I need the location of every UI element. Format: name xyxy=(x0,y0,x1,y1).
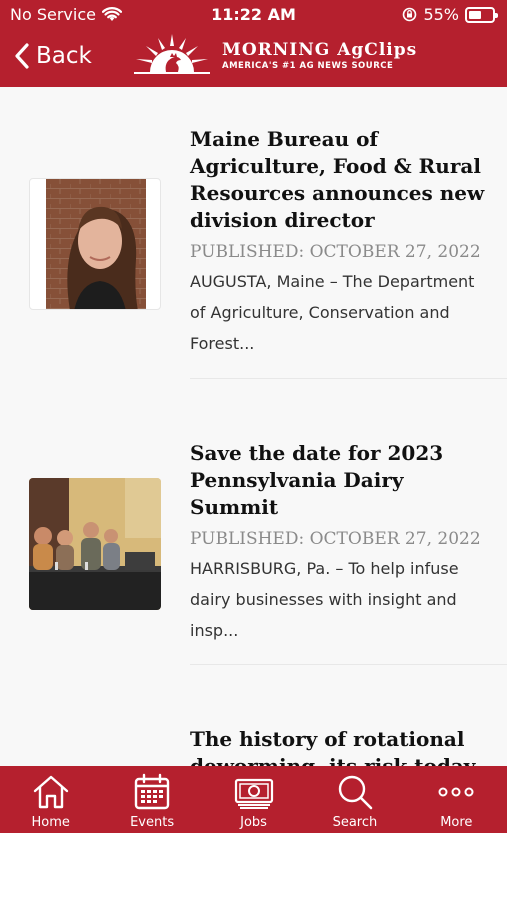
app-logo: MORNING AgClips AMERICA'S #1 AG NEWS SOU… xyxy=(132,32,417,78)
tab-events[interactable]: Events xyxy=(101,766,202,833)
article-body: Maine Bureau of Agriculture, Food & Rura… xyxy=(190,126,490,359)
status-right: 55% xyxy=(402,5,498,24)
list-divider xyxy=(190,378,507,379)
battery-percent: 55% xyxy=(423,5,459,24)
back-button[interactable]: Back xyxy=(14,42,92,70)
rooster-sunrise-icon xyxy=(134,34,210,74)
calendar-icon xyxy=(134,773,170,810)
list-divider xyxy=(190,664,507,665)
tab-search[interactable]: Search xyxy=(304,766,405,833)
tab-home[interactable]: Home xyxy=(0,766,101,833)
logo-title: MORNING AgClips xyxy=(222,39,418,60)
article-title[interactable]: Save the date for 2023 Pennsylvania Dair… xyxy=(190,440,490,521)
tab-label: More xyxy=(440,815,473,830)
header-bar: No Service 11:22 AM 55% Back MORNING AgC… xyxy=(0,0,507,87)
bottom-tab-bar: Home Events Jobs Search More xyxy=(0,766,507,833)
tab-label: Events xyxy=(130,815,175,830)
status-bar: No Service 11:22 AM 55% xyxy=(0,0,507,30)
article-excerpt: HARRISBURG, Pa. – To help infuse dairy b… xyxy=(190,559,459,640)
orientation-lock-icon xyxy=(403,7,417,22)
article-date: PUBLISHED: OCTOBER 27, 2022 xyxy=(190,529,481,549)
nav-row: Back MORNING AgClips AMERICA'S #1 AG NEW… xyxy=(0,30,507,87)
chevron-left-icon xyxy=(15,43,29,69)
article-thumbnail xyxy=(29,178,161,310)
article-thumbnail xyxy=(29,478,161,610)
back-label: Back xyxy=(36,43,92,69)
portrait-photo xyxy=(46,179,146,309)
tab-label: Jobs xyxy=(240,815,267,830)
logo-text: MORNING AgClips AMERICA'S #1 AG NEWS SOU… xyxy=(222,40,417,71)
article-excerpt: AUGUSTA, Maine – The Department of Agric… xyxy=(190,272,475,353)
panel-photo xyxy=(29,478,161,610)
tab-jobs[interactable]: Jobs xyxy=(203,766,304,833)
money-icon xyxy=(234,778,273,809)
article-date: PUBLISHED: OCTOBER 27, 2022 xyxy=(190,242,481,262)
battery-fill xyxy=(469,10,481,19)
app-screen: No Service 11:22 AM 55% Back MORNING AgC… xyxy=(0,0,507,833)
tab-label: Home xyxy=(31,815,70,830)
article-body: Save the date for 2023 Pennsylvania Dair… xyxy=(190,440,490,646)
search-icon xyxy=(338,775,373,810)
article-title[interactable]: Maine Bureau of Agriculture, Food & Rura… xyxy=(190,126,490,234)
tab-label: Search xyxy=(332,815,378,830)
logo-tagline: AMERICA'S #1 AG NEWS SOURCE xyxy=(222,60,394,71)
battery-icon xyxy=(465,6,498,23)
home-icon xyxy=(33,775,68,809)
tab-more[interactable]: More xyxy=(406,766,507,833)
more-icon xyxy=(438,787,474,797)
